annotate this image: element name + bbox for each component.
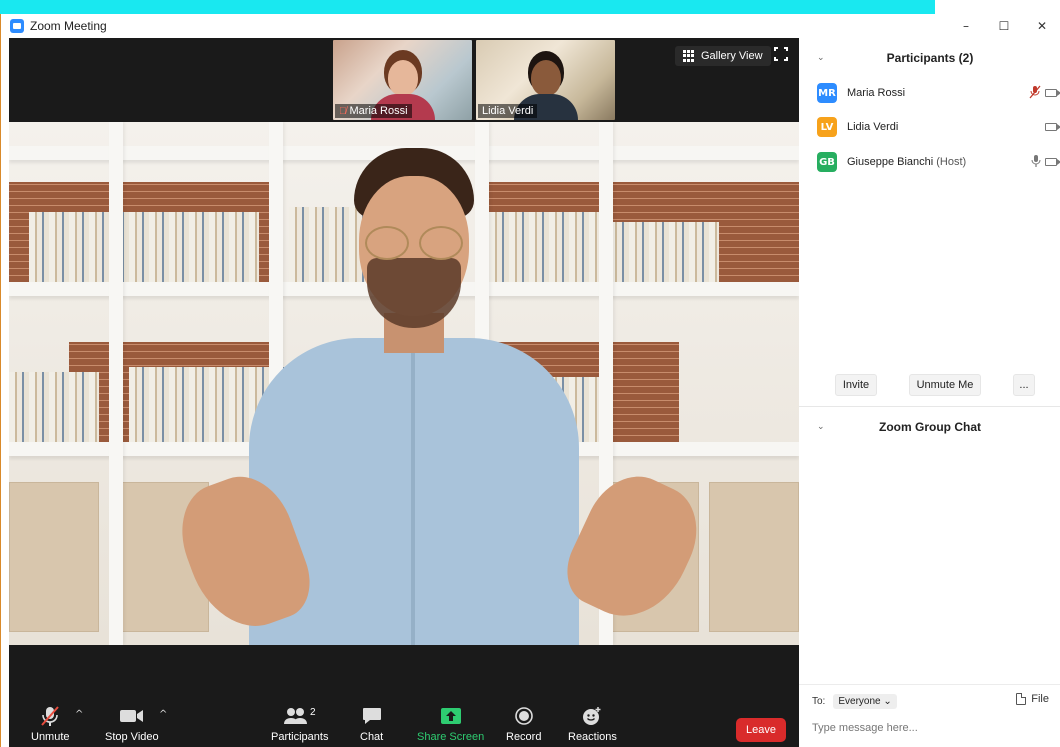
reactions-smiley-icon	[582, 705, 602, 727]
chat-title: Zoom Group Chat	[879, 420, 981, 434]
audio-options-caret-icon[interactable]: ^	[75, 709, 83, 720]
unmute-me-button[interactable]: Unmute Me	[909, 374, 981, 396]
title-bar: Zoom Meeting – ☐ ✕	[1, 14, 1060, 38]
invite-button[interactable]: Invite	[835, 374, 877, 396]
video-camera-icon	[1045, 158, 1060, 166]
chat-bubble-icon	[362, 705, 382, 727]
unmute-button[interactable]: Unmute	[31, 705, 70, 743]
avatar: MR	[817, 83, 837, 103]
participant-name-text: Giuseppe Bianchi	[847, 156, 934, 168]
host-role-label: (Host)	[936, 156, 967, 168]
window-title: Zoom Meeting	[30, 19, 107, 33]
thumbnail-name-tag: 🎙̸ Maria Rossi	[335, 104, 412, 118]
fullscreen-icon[interactable]	[774, 47, 788, 61]
participant-status-icons	[1031, 154, 1060, 171]
gallery-view-button[interactable]: Gallery View	[675, 46, 771, 66]
participant-status-icons	[1045, 123, 1060, 131]
thumbnail-name-tag: Lidia Verdi	[478, 104, 538, 118]
collapse-participants-chevron-icon[interactable]: ⌄	[817, 53, 825, 63]
reactions-label: Reactions	[568, 731, 617, 743]
close-button[interactable]: ✕	[1023, 14, 1060, 38]
grid-icon	[683, 50, 695, 62]
collapse-chat-chevron-icon[interactable]: ⌄	[817, 422, 825, 432]
zoom-window: Zoom Meeting – ☐ ✕ 🎙̸ Maria Rossi Lidia …	[0, 14, 1060, 747]
leave-meeting-button[interactable]: Leave	[736, 718, 786, 742]
muted-mic-icon	[1029, 85, 1041, 102]
thumbnail-name: Lidia Verdi	[482, 105, 534, 117]
chevron-down-icon: ⌄	[883, 696, 892, 707]
participants-count: 2	[309, 706, 316, 718]
video-camera-icon	[1045, 89, 1060, 97]
file-share-button[interactable]: File	[1016, 693, 1049, 705]
record-label: Record	[506, 731, 542, 743]
video-options-caret-icon[interactable]: ^	[159, 709, 167, 720]
meeting-controls-toolbar: Unmute ^ Stop Video ^ 2 Participants Cha…	[9, 645, 799, 747]
reactions-button[interactable]: Reactions	[568, 705, 617, 743]
participant-row-giuseppe-bianchi[interactable]: GB Giuseppe Bianchi (Host)	[817, 151, 1060, 173]
video-camera-icon	[119, 705, 145, 727]
chat-recipient-row: To: Everyone ⌄	[812, 694, 897, 709]
chat-message-input[interactable]	[812, 718, 1052, 738]
stop-video-label: Stop Video	[105, 731, 159, 743]
more-options-button[interactable]: ...	[1013, 374, 1035, 396]
recipient-value: Everyone	[838, 696, 881, 707]
record-icon	[514, 705, 533, 727]
stop-video-button[interactable]: Stop Video	[105, 705, 159, 743]
share-screen-label: Share Screen	[417, 731, 485, 743]
video-camera-icon	[1045, 123, 1060, 131]
gallery-view-label: Gallery View	[701, 50, 763, 62]
participants-title: Participants (2)	[886, 51, 974, 65]
thumbnail-name: Maria Rossi	[349, 105, 408, 117]
speaker-figure	[166, 148, 714, 645]
muted-mic-icon: 🎙̸	[339, 105, 347, 117]
side-panel: ⌄ Participants (2) MR Maria Rossi LV Lid…	[799, 38, 1060, 747]
panel-divider	[799, 406, 1060, 407]
chat-input-divider	[799, 684, 1060, 685]
muted-mic-icon	[40, 705, 60, 727]
minimize-button[interactable]: –	[947, 14, 985, 38]
chat-header: ⌄ Zoom Group Chat	[799, 410, 1060, 444]
window-controls: – ☐ ✕	[947, 14, 1060, 38]
file-icon	[1016, 693, 1027, 705]
avatar: LV	[817, 117, 837, 137]
maximize-button[interactable]: ☐	[985, 14, 1023, 38]
participant-name: Lidia Verdi	[847, 121, 899, 133]
participants-icon: 2	[283, 705, 316, 727]
mic-icon	[1031, 154, 1041, 171]
participant-name: Giuseppe Bianchi (Host)	[847, 156, 966, 168]
participant-row-maria-rossi[interactable]: MR Maria Rossi	[817, 82, 1060, 104]
meeting-area: 🎙̸ Maria Rossi Lidia Verdi Gallery View	[9, 38, 799, 747]
unmute-label: Unmute	[31, 731, 70, 743]
participant-status-icons	[1029, 85, 1060, 102]
share-screen-button[interactable]: Share Screen	[417, 705, 484, 743]
record-button[interactable]: Record	[506, 705, 541, 743]
share-screen-icon	[440, 705, 462, 727]
avatar: GB	[817, 152, 837, 172]
thumbnail-lidia-verdi[interactable]: Lidia Verdi	[476, 40, 615, 120]
participants-label: Participants	[271, 731, 329, 743]
recipient-select[interactable]: Everyone ⌄	[833, 694, 897, 709]
to-label: To:	[812, 696, 826, 707]
chat-label: Chat	[360, 731, 384, 743]
top-banner-strip	[0, 0, 935, 14]
zoom-app-icon	[10, 19, 24, 33]
participant-row-lidia-verdi[interactable]: LV Lidia Verdi	[817, 116, 1060, 138]
chat-button[interactable]: Chat	[360, 705, 383, 743]
active-speaker-video	[9, 122, 799, 645]
file-label: File	[1031, 693, 1049, 705]
participants-header: ⌄ Participants (2)	[799, 38, 1060, 78]
thumbnail-maria-rossi[interactable]: 🎙̸ Maria Rossi	[333, 40, 472, 120]
thumbnail-strip: 🎙̸ Maria Rossi Lidia Verdi	[333, 40, 615, 120]
participant-name: Maria Rossi	[847, 87, 906, 99]
participants-button[interactable]: 2 Participants	[271, 705, 329, 744]
